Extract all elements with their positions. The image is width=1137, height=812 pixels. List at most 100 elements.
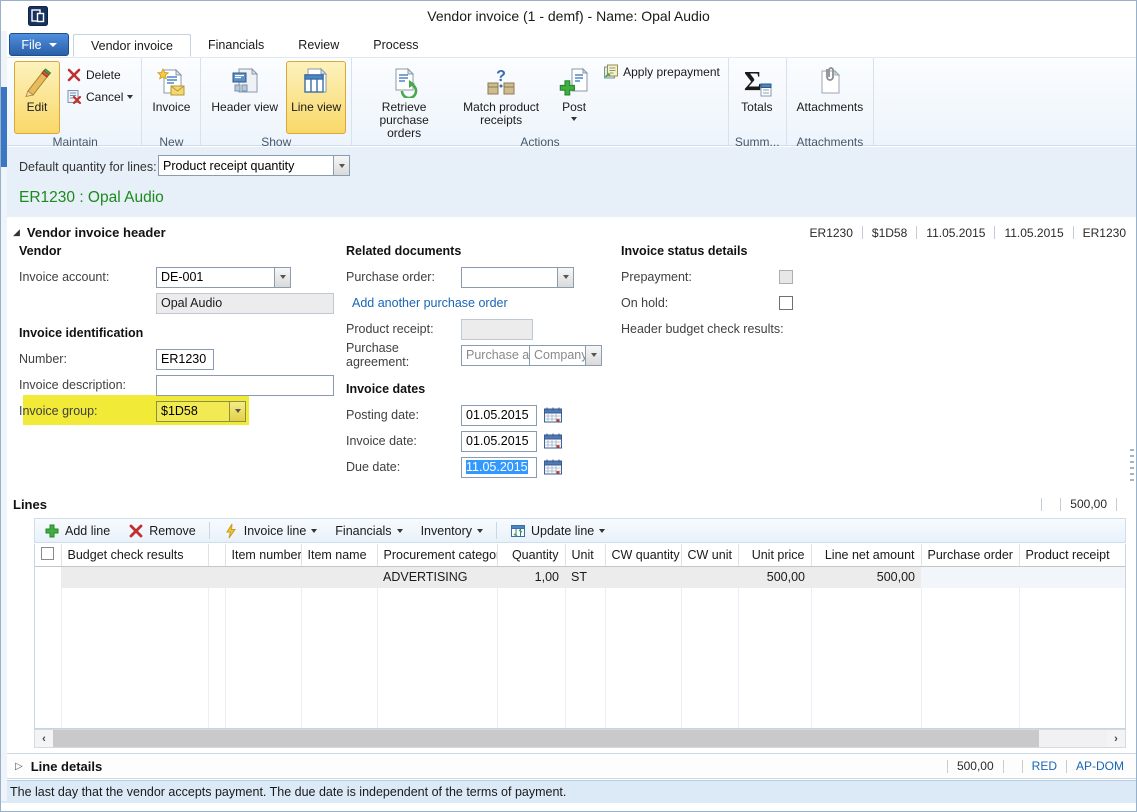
col-purchase-order[interactable]: Purchase order [921, 544, 1019, 566]
col-line-net-amount[interactable]: Line net amount [811, 544, 921, 566]
tab-review[interactable]: Review [281, 34, 356, 57]
invoice-account-combobox[interactable]: DE-001 [156, 267, 291, 288]
calendar-icon[interactable] [544, 433, 562, 449]
invoice-account-label: Invoice account: [19, 270, 156, 284]
svg-text:?: ? [496, 68, 506, 85]
posting-date-input[interactable]: 01.05.2015 [461, 405, 537, 426]
col-quantity[interactable]: Quantity [497, 544, 565, 566]
scrollbar-thumb[interactable] [53, 730, 1039, 747]
select-all-checkbox[interactable] [41, 547, 54, 560]
scroll-right-button[interactable]: › [1107, 730, 1125, 747]
invoice-date-input[interactable]: 01.05.2015 [461, 431, 537, 452]
invoice-status-title: Invoice status details [621, 244, 921, 264]
header-view-button[interactable]: Header view [206, 61, 283, 134]
calendar-icon[interactable] [544, 407, 562, 423]
invoice-description-input[interactable] [156, 375, 334, 396]
grid-header-row: Budget check results Item number Item na… [35, 544, 1125, 566]
chevron-down-icon[interactable] [585, 345, 602, 366]
add-line-button[interactable]: Add line [35, 523, 119, 539]
invoice-group-combobox[interactable]: $1D58 [156, 401, 246, 422]
cell-unit[interactable]: ST [565, 566, 605, 588]
ribbon-group-summ: Σ Totals Summ... [729, 58, 787, 145]
totals-button-label: Totals [741, 101, 772, 114]
window-bottom-edge [1, 803, 1136, 811]
cell-procurement-category[interactable]: ADVERTISING [377, 566, 497, 588]
totals-button[interactable]: Σ Totals [734, 61, 780, 134]
cell-cw-unit[interactable] [681, 566, 738, 588]
related-documents-title: Related documents [346, 244, 648, 264]
update-line-label: Update line [531, 524, 594, 538]
tab-financials[interactable]: Financials [191, 34, 281, 57]
scrollbar-track[interactable] [1039, 730, 1107, 747]
post-button-label: Post [562, 101, 586, 114]
col-unit[interactable]: Unit [565, 544, 605, 566]
post-icon [558, 66, 590, 98]
cell-cw-quantity[interactable] [605, 566, 681, 588]
status-bar: The last day that the vendor accepts pay… [1, 780, 1136, 803]
horizontal-scrollbar[interactable]: ‹ › [34, 729, 1126, 748]
cell-line-net-amount[interactable]: 500,00 [811, 566, 921, 588]
collapse-triangle-icon[interactable]: ◢ [13, 227, 20, 238]
attachments-button[interactable]: Attachments [792, 61, 869, 134]
match-product-receipts-button[interactable]: ? Match product receipts [454, 61, 548, 134]
purchase-agreement-combobox[interactable]: Purchase a Company [461, 345, 602, 366]
invoice-line-menu[interactable]: Invoice line [214, 523, 327, 539]
calendar-icon[interactable] [544, 459, 562, 475]
col-budget-check-results[interactable]: Budget check results [61, 544, 208, 566]
chevron-down-icon[interactable] [557, 267, 574, 288]
remove-button[interactable]: Remove [119, 523, 205, 539]
red-link[interactable]: RED [1032, 759, 1057, 773]
on-hold-checkbox[interactable] [779, 296, 793, 310]
cell-purchase-order[interactable] [921, 566, 1019, 588]
add-purchase-order-link[interactable]: Add another purchase order [352, 296, 508, 310]
row-select-cell[interactable] [35, 566, 61, 588]
col-product-receipt[interactable]: Product receipt [1019, 544, 1125, 566]
chevron-down-icon[interactable] [229, 401, 246, 422]
col-procurement-category[interactable]: Procurement category [377, 544, 497, 566]
col-item-name[interactable]: Item name [301, 544, 377, 566]
col-cw-quantity[interactable]: CW quantity [605, 544, 681, 566]
purchase-order-combobox[interactable] [461, 267, 574, 288]
related-documents-column: Related documents Purchase order: Add an… [346, 244, 648, 480]
cell-quantity[interactable]: 1,00 [497, 566, 565, 588]
scroll-left-button[interactable]: ‹ [35, 730, 53, 747]
record-title: ER1230 : Opal Audio [19, 189, 164, 207]
due-date-input[interactable]: 11.05.2015 [461, 457, 537, 478]
update-line-menu[interactable]: Update line [501, 523, 614, 539]
prepayment-label: Prepayment: [621, 270, 779, 284]
chevron-down-icon[interactable] [274, 267, 291, 288]
vendor-invoice-header-bar[interactable]: ◢ Vendor invoice header ER1230 $1D58 11.… [13, 222, 1126, 243]
invoice-line-row[interactable]: ADVERTISING 1,00 ST 500,00 500,00 [35, 566, 1125, 588]
cell-item-name[interactable] [301, 566, 377, 588]
default-quantity-combobox[interactable]: Product receipt quantity [158, 155, 350, 176]
retrieve-purchase-orders-button[interactable]: Retrieve purchase orders [357, 61, 451, 134]
prepayment-checkbox [779, 270, 793, 284]
edit-button[interactable]: Edit [14, 61, 60, 134]
expand-triangle-icon[interactable]: ▷ [15, 761, 23, 772]
delete-button[interactable]: Delete [63, 66, 136, 84]
apply-prepayment-button[interactable]: Apply prepayment [600, 63, 723, 81]
grid-empty-area [35, 588, 1125, 728]
right-panel-grip[interactable] [1130, 449, 1134, 481]
tab-vendor-invoice[interactable]: Vendor invoice [73, 34, 191, 57]
chevron-down-icon[interactable] [333, 155, 350, 176]
tab-process[interactable]: Process [356, 34, 435, 57]
invoice-number-input[interactable]: ER1230 [156, 349, 214, 370]
financials-menu[interactable]: Financials [326, 524, 411, 538]
match-product-receipts-icon: ? [485, 66, 517, 98]
file-menu-button[interactable]: File [9, 33, 69, 56]
line-details-bar[interactable]: ▷ Line details 500,00 RED AP-DOM [1, 753, 1136, 779]
post-button[interactable]: Post [551, 61, 597, 134]
cell-product-receipt[interactable] [1019, 566, 1125, 588]
ap-dom-link[interactable]: AP-DOM [1076, 759, 1124, 773]
cancel-button[interactable]: Cancel [63, 88, 136, 106]
cell-item-number[interactable] [225, 566, 301, 588]
inventory-menu[interactable]: Inventory [412, 524, 492, 538]
invoice-button[interactable]: Invoice [147, 61, 195, 134]
line-view-button[interactable]: Line view [286, 61, 346, 134]
col-item-number[interactable]: Item number [225, 544, 301, 566]
col-cw-unit[interactable]: CW unit [681, 544, 738, 566]
col-unit-price[interactable]: Unit price [738, 544, 811, 566]
cell-budget-check-results[interactable] [61, 566, 208, 588]
cell-unit-price[interactable]: 500,00 [738, 566, 811, 588]
